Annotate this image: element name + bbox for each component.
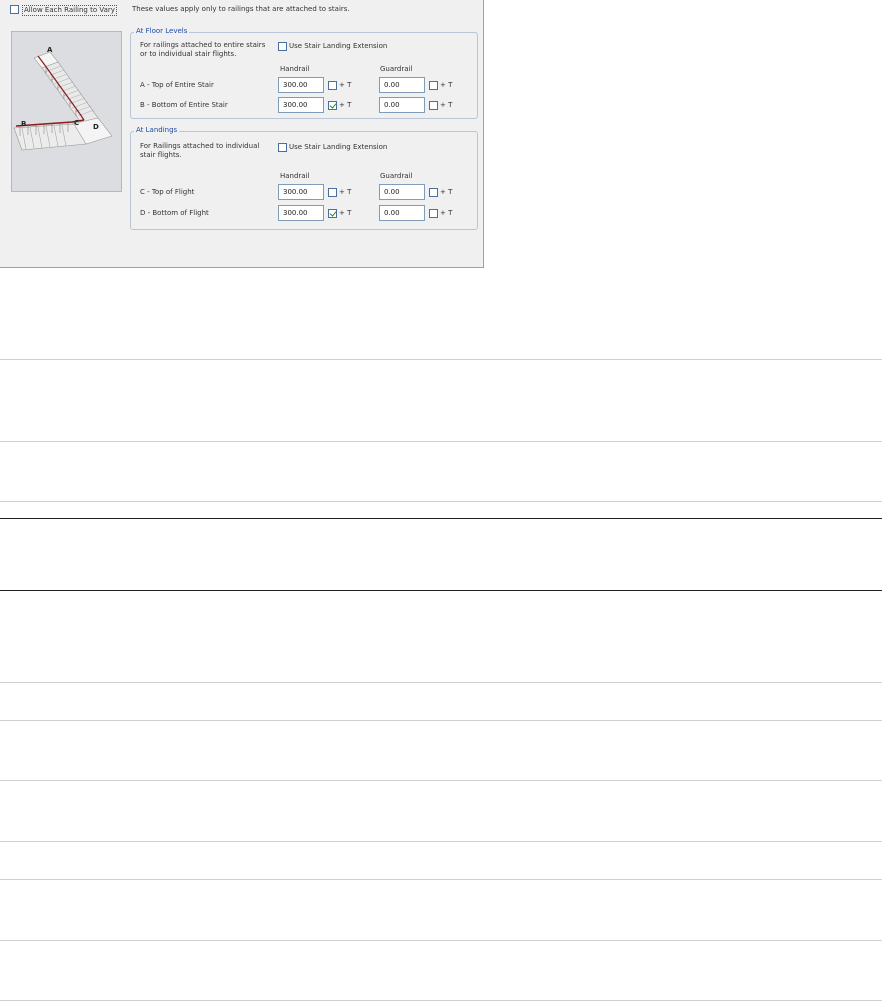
row-a-label: A - Top of Entire Stair [140, 81, 214, 89]
floor-handrail-header: Handrail [280, 65, 310, 73]
row-d-handrail-t-checkbox[interactable] [328, 209, 337, 218]
landings-description: For Railings attached to individual stai… [140, 142, 260, 159]
stair-diagram-graphic: A B C D [13, 46, 113, 151]
floor-extension-label[interactable]: Use Stair Landing Extension [289, 42, 387, 51]
row-a-handrail-input[interactable]: 300.00 [278, 77, 324, 93]
row-c-handrail-input[interactable]: 300.00 [278, 184, 324, 200]
allow-vary-label[interactable]: Allow Each Railing to Vary [22, 5, 117, 16]
diagram-letter-b: B [21, 120, 26, 128]
row-b-guardrail-input[interactable]: 0.00 [379, 97, 425, 113]
table-row-divider [0, 720, 882, 721]
row-b-handrail-input[interactable]: 300.00 [278, 97, 324, 113]
row-b-handrail-t-checkbox[interactable] [328, 101, 337, 110]
row-c-handrail-t-label: + T [339, 188, 352, 196]
table-row-divider [0, 940, 882, 941]
stair-diagram: A B C D [11, 31, 122, 192]
diagram-letter-c: C [74, 119, 79, 127]
floor-levels-title: At Floor Levels [134, 27, 190, 36]
table-header-bottom-rule [0, 590, 882, 591]
table-row-divider [0, 682, 882, 683]
row-d-handrail-input[interactable]: 300.00 [278, 205, 324, 221]
row-d-guardrail-input[interactable]: 0.00 [379, 205, 425, 221]
row-b-label: B - Bottom of Entire Stair [140, 101, 228, 109]
row-a-handrail-t-label: + T [339, 81, 352, 89]
row-c-label: C - Top of Flight [140, 188, 195, 196]
row-b-guardrail-t-label: + T [440, 101, 453, 109]
table-row-divider [0, 879, 882, 880]
floor-extension-checkbox[interactable] [278, 42, 287, 51]
floor-guardrail-header: Guardrail [380, 65, 413, 73]
landing-handrail-header: Handrail [280, 172, 310, 180]
row-c-guardrail-t-checkbox[interactable] [429, 188, 438, 197]
table-row-divider [0, 441, 882, 442]
table-header-top-rule [0, 518, 882, 519]
row-d-guardrail-t-label: + T [440, 209, 453, 217]
table-row-divider [0, 359, 882, 360]
row-a-handrail-t-checkbox[interactable] [328, 81, 337, 90]
allow-vary-checkbox[interactable] [10, 5, 19, 14]
table-row-divider [0, 501, 882, 502]
stair-note: These values apply only to railings that… [132, 5, 350, 13]
row-a-guardrail-input[interactable]: 0.00 [379, 77, 425, 93]
row-b-guardrail-t-checkbox[interactable] [429, 101, 438, 110]
row-c-guardrail-t-label: + T [440, 188, 453, 196]
row-c-guardrail-input[interactable]: 0.00 [379, 184, 425, 200]
railing-extension-dialog: Allow Each Railing to Vary These values … [0, 0, 484, 268]
row-d-guardrail-t-checkbox[interactable] [429, 209, 438, 218]
floor-levels-description: For railings attached to entire stairs o… [140, 41, 266, 58]
diagram-letter-d: D [93, 123, 99, 131]
diagram-letter-a: A [47, 46, 53, 54]
landing-extension-label[interactable]: Use Stair Landing Extension [289, 143, 387, 152]
landing-guardrail-header: Guardrail [380, 172, 413, 180]
row-d-handrail-t-label: + T [339, 209, 352, 217]
table-row-divider [0, 780, 882, 781]
landing-extension-checkbox[interactable] [278, 143, 287, 152]
landings-title: At Landings [134, 126, 180, 135]
table-row-divider [0, 841, 882, 842]
row-a-guardrail-t-label: + T [440, 81, 453, 89]
row-b-handrail-t-label: + T [339, 101, 352, 109]
row-d-label: D - Bottom of Flight [140, 209, 209, 217]
row-a-guardrail-t-checkbox[interactable] [429, 81, 438, 90]
row-c-handrail-t-checkbox[interactable] [328, 188, 337, 197]
